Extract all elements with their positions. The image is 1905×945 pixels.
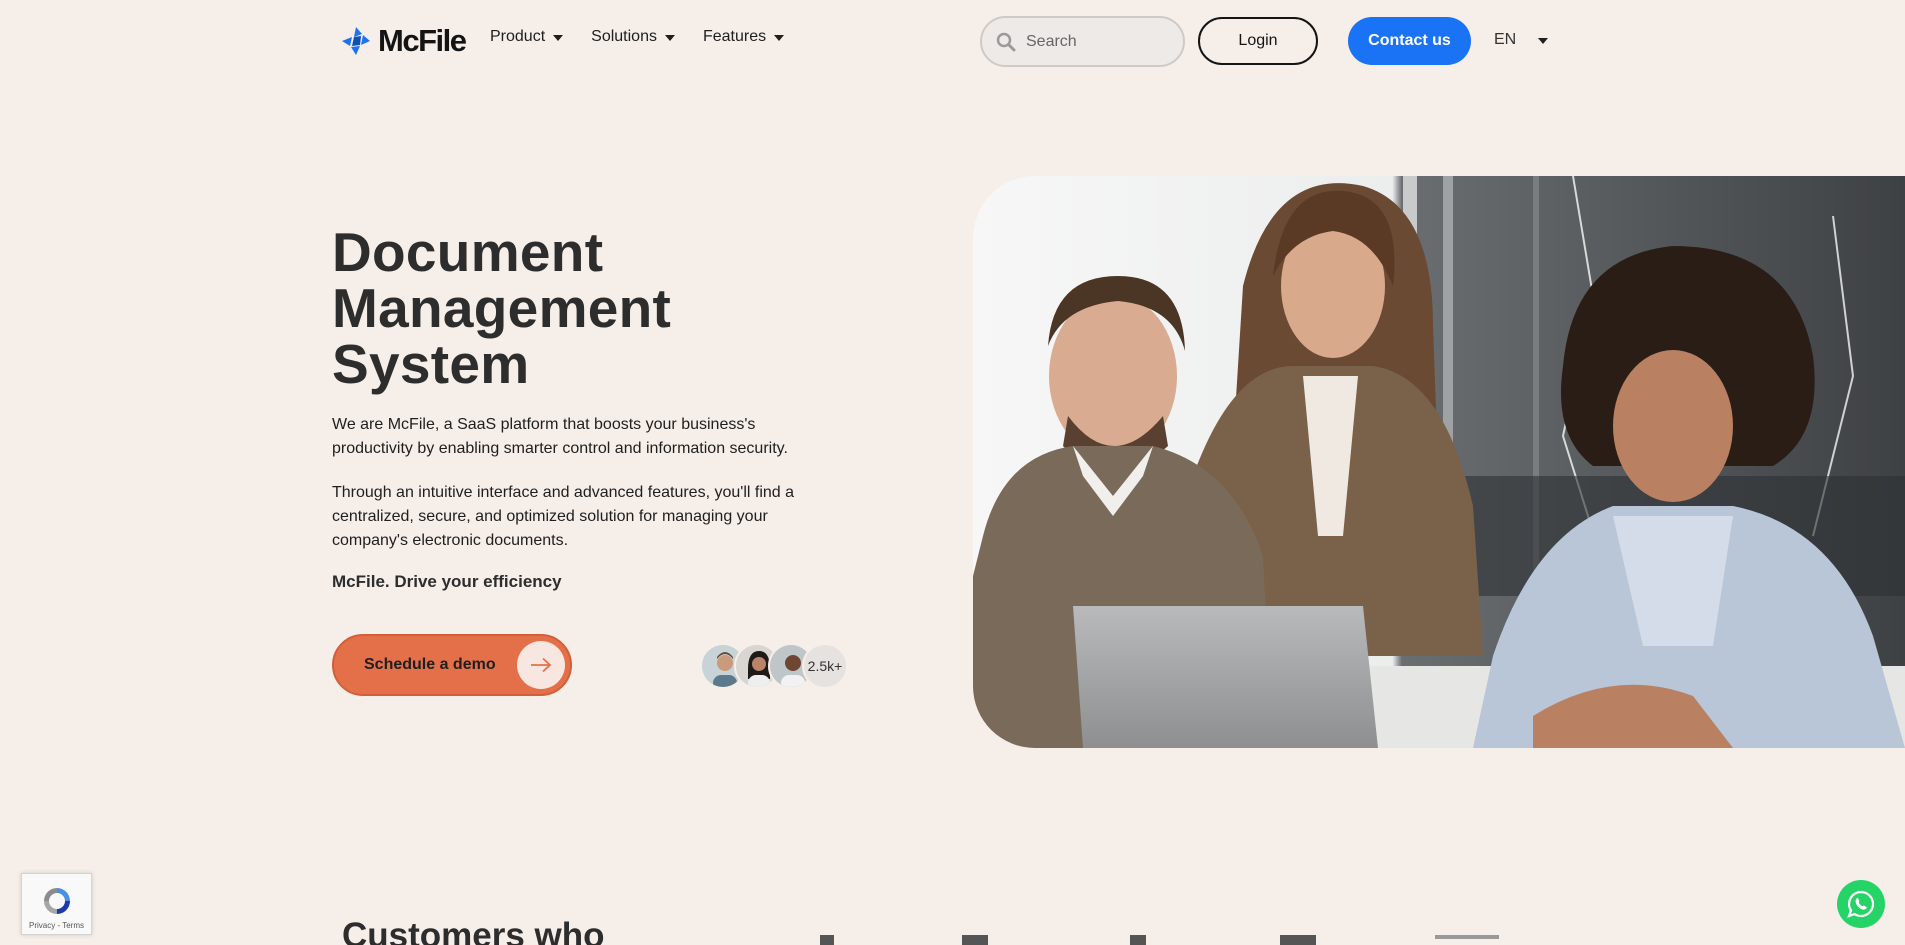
login-button[interactable]: Login (1198, 17, 1318, 65)
recaptcha-icon (43, 888, 70, 914)
menu-solutions[interactable]: Solutions (591, 28, 675, 46)
customer-logo (962, 935, 988, 945)
chevron-down-icon (664, 35, 675, 41)
hero-title-line-3: System (332, 333, 530, 395)
recaptcha-badge[interactable]: Privacy - Terms (21, 873, 92, 935)
arrow-right-icon (517, 641, 565, 689)
menu-features[interactable]: Features (702, 28, 785, 46)
mcfile-logo-icon (342, 27, 370, 55)
hero-intro-paragraph: We are McFile, a SaaS platform that boos… (332, 416, 788, 457)
customers-section-title: Customers who (342, 916, 605, 945)
contact-us-button[interactable]: Contact us (1348, 17, 1471, 65)
recaptcha-links[interactable]: Privacy - Terms (29, 921, 84, 930)
schedule-demo-button[interactable]: Schedule a demo (332, 634, 572, 696)
language-selector[interactable]: EN (1494, 31, 1549, 49)
hero-photo (973, 176, 1905, 748)
customer-logo (1280, 935, 1316, 945)
schedule-demo-label: Schedule a demo (364, 656, 496, 673)
chevron-down-icon (1538, 38, 1549, 44)
main-menu: Product Solutions Features (490, 28, 785, 46)
user-avatars-group: 2.5k+ (700, 643, 848, 689)
mcfile-logo[interactable]: McFile (340, 22, 467, 60)
search-icon (996, 32, 1016, 51)
menu-product[interactable]: Product (490, 28, 564, 46)
top-navbar: McFile Product Solutions Features Login … (0, 0, 1905, 82)
users-count-badge: 2.5k+ (802, 643, 848, 689)
customer-logo (820, 935, 834, 945)
hero-title: Document Management System (332, 224, 812, 392)
hero-title-line-1: Document (332, 221, 604, 283)
menu-product-label: Product (490, 28, 546, 45)
customer-logo (1435, 935, 1499, 939)
hero-title-line-2: Management (332, 277, 672, 339)
chevron-down-icon (553, 35, 564, 41)
whatsapp-icon (1847, 890, 1875, 918)
chevron-down-icon (774, 35, 785, 41)
hero-tagline: McFile. Drive your efficiency (332, 572, 562, 591)
customer-logos-strip (800, 935, 1500, 945)
whatsapp-button[interactable] (1837, 880, 1885, 928)
language-label: EN (1494, 31, 1517, 48)
search-box[interactable] (980, 16, 1185, 67)
customer-logo (1130, 935, 1146, 945)
menu-features-label: Features (702, 28, 767, 45)
hero-features-paragraph: Through an intuitive interface and advan… (332, 484, 795, 549)
menu-solutions-label: Solutions (591, 28, 657, 45)
search-input[interactable] (1026, 32, 1166, 51)
logo-text: McFile (378, 23, 467, 58)
